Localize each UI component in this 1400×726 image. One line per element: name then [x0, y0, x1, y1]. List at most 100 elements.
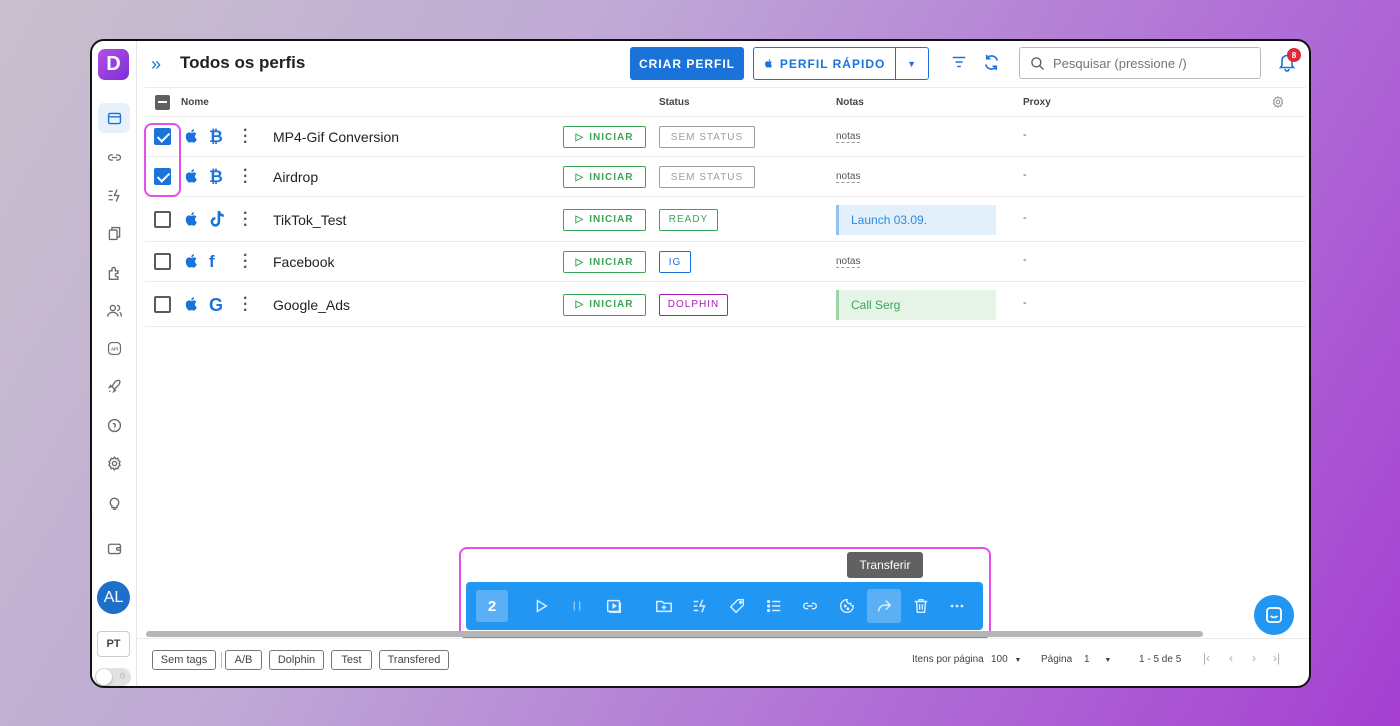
users-icon[interactable]	[98, 295, 130, 325]
list-icon[interactable]	[762, 594, 786, 618]
more-options-icon[interactable]: · · ·	[243, 123, 248, 151]
last-page-icon[interactable]: ›|	[1273, 651, 1280, 665]
tag-icon[interactable]	[725, 594, 749, 618]
note-box[interactable]: Launch 03.09.	[836, 204, 996, 235]
per-page-select[interactable]: 100 ▼	[991, 654, 1021, 665]
status-badge[interactable]: IG	[659, 251, 691, 273]
column-notes[interactable]: Notas	[836, 97, 864, 108]
copy-icon[interactable]	[98, 218, 130, 248]
bitcoin-icon: ₿	[209, 167, 223, 186]
help-icon[interactable]	[98, 410, 130, 440]
google-icon: G	[209, 294, 224, 315]
language-switch[interactable]: PT	[97, 631, 130, 657]
table-row[interactable]: ₿ · · · Airdrop ▷ INICIAR SEM STATUS notas …	[145, 157, 1306, 197]
lightbulb-icon[interactable]	[98, 487, 130, 517]
more-options-icon[interactable]: · · ·	[243, 290, 248, 318]
profiles-icon[interactable]	[98, 103, 130, 133]
automation-icon[interactable]	[98, 180, 130, 210]
status-badge[interactable]: DOLPHIN	[659, 293, 728, 316]
start-button[interactable]: ▷ INICIAR	[563, 293, 646, 316]
column-proxy[interactable]: Proxy	[1023, 97, 1051, 108]
notes-link[interactable]: notas	[836, 256, 861, 268]
proxy-cell[interactable]: -	[1023, 212, 1027, 224]
notes-link[interactable]: notas	[836, 131, 861, 143]
row-checkbox[interactable]	[154, 210, 171, 228]
refresh-icon[interactable]	[982, 53, 1001, 77]
chat-button[interactable]	[1254, 595, 1294, 635]
quick-profile-button[interactable]: PERFIL RÁPIDO ▼	[753, 47, 929, 80]
table-row[interactable]: · · · TikTok_Test ▷ INICIAR READY Launch 03…	[145, 197, 1306, 242]
proxy-cell[interactable]: -	[1023, 129, 1027, 141]
profile-name[interactable]: Facebook	[273, 254, 334, 270]
start-button[interactable]: ▷ INICIAR	[563, 166, 646, 188]
trash-icon[interactable]	[909, 594, 933, 618]
start-label: INICIAR	[589, 214, 634, 225]
proxy-cell[interactable]: -	[1023, 254, 1027, 266]
notes-link[interactable]: notas	[836, 171, 861, 183]
note-box[interactable]: Call Serg	[836, 289, 996, 320]
more-icon[interactable]	[945, 594, 969, 618]
app-logo[interactable]: D	[98, 49, 129, 80]
status-badge[interactable]: SEM STATUS	[659, 126, 755, 148]
tag-filter[interactable]: Dolphin	[269, 650, 324, 670]
cookie-icon[interactable]	[835, 594, 859, 618]
tag-filter[interactable]: Sem tags	[152, 650, 216, 670]
profile-name[interactable]: MP4-Gif Conversion	[273, 129, 399, 145]
table-row[interactable]: f · · · Facebook ▷ INICIAR IG notas -	[145, 242, 1306, 282]
chat-icon	[1266, 607, 1282, 623]
proxy-cell[interactable]: -	[1023, 169, 1027, 181]
footer: Sem tags A/B Dolphin Test Transfered Ite…	[137, 638, 1309, 678]
row-checkbox[interactable]	[154, 295, 171, 313]
profile-name[interactable]: Google_Ads	[273, 297, 350, 313]
link-icon[interactable]	[798, 594, 822, 618]
table-row[interactable]: G · · · Google_Ads ▷ INICIAR DOLPHIN Call S…	[145, 282, 1306, 327]
more-options-icon[interactable]: · · ·	[243, 205, 248, 233]
search-input[interactable]	[1053, 55, 1243, 71]
search-field[interactable]	[1019, 47, 1261, 79]
start-button[interactable]: ▷ INICIAR	[563, 126, 646, 148]
next-page-icon[interactable]: ›	[1252, 651, 1256, 665]
tag-filter[interactable]: A/B	[225, 650, 262, 670]
start-button[interactable]: ▷ INICIAR	[563, 251, 646, 273]
status-badge[interactable]: READY	[659, 208, 718, 231]
play-icon[interactable]	[529, 594, 553, 618]
tag-filter[interactable]: Test	[331, 650, 372, 670]
export-icon[interactable]	[602, 594, 626, 618]
link-icon[interactable]	[98, 142, 130, 172]
theme-toggle[interactable]: ☼	[95, 668, 131, 686]
column-name[interactable]: Nome	[181, 97, 209, 108]
chevron-down-icon[interactable]: ▼	[895, 48, 928, 79]
extensions-icon[interactable]	[98, 257, 130, 287]
settings-icon[interactable]	[98, 448, 130, 478]
pause-icon[interactable]	[565, 594, 589, 618]
rocket-icon[interactable]	[98, 371, 130, 401]
table-settings-icon[interactable]	[1271, 95, 1285, 112]
avatar[interactable]: AL	[97, 581, 130, 614]
api-icon[interactable]: API	[98, 333, 130, 363]
quick-profile-main[interactable]: PERFIL RÁPIDO	[754, 48, 895, 79]
row-checkbox[interactable]	[154, 253, 171, 270]
first-page-icon[interactable]: |‹	[1203, 651, 1210, 665]
tag-filter[interactable]: Transfered	[379, 650, 449, 670]
profile-name[interactable]: TikTok_Test	[273, 212, 346, 228]
filter-icon[interactable]	[950, 53, 968, 76]
more-options-icon[interactable]: · · ·	[243, 248, 248, 276]
status-badge[interactable]: SEM STATUS	[659, 166, 755, 188]
add-folder-icon[interactable]	[652, 594, 676, 618]
transfer-icon[interactable]	[867, 589, 901, 623]
start-button[interactable]: ▷ INICIAR	[563, 208, 646, 231]
select-all-checkbox[interactable]	[155, 95, 170, 110]
proxy-cell[interactable]: -	[1023, 297, 1027, 309]
more-options-icon[interactable]: · · ·	[243, 163, 248, 191]
column-status[interactable]: Status	[659, 97, 690, 108]
prev-page-icon[interactable]: ‹	[1229, 651, 1233, 665]
range-text: 1 - 5 de 5	[1139, 654, 1182, 665]
page-select[interactable]: 1 ▼	[1084, 654, 1111, 665]
horizontal-scrollbar[interactable]	[146, 631, 1203, 637]
profile-name[interactable]: Airdrop	[273, 169, 318, 185]
create-profile-button[interactable]: CRIAR PERFIL	[630, 47, 744, 80]
expand-sidebar-icon[interactable]: »	[151, 54, 161, 75]
automation-icon[interactable]	[688, 594, 712, 618]
wallet-icon[interactable]	[98, 533, 130, 563]
table-row[interactable]: ₿ · · · MP4-Gif Conversion ▷ INICIAR SEM ST…	[145, 117, 1306, 157]
